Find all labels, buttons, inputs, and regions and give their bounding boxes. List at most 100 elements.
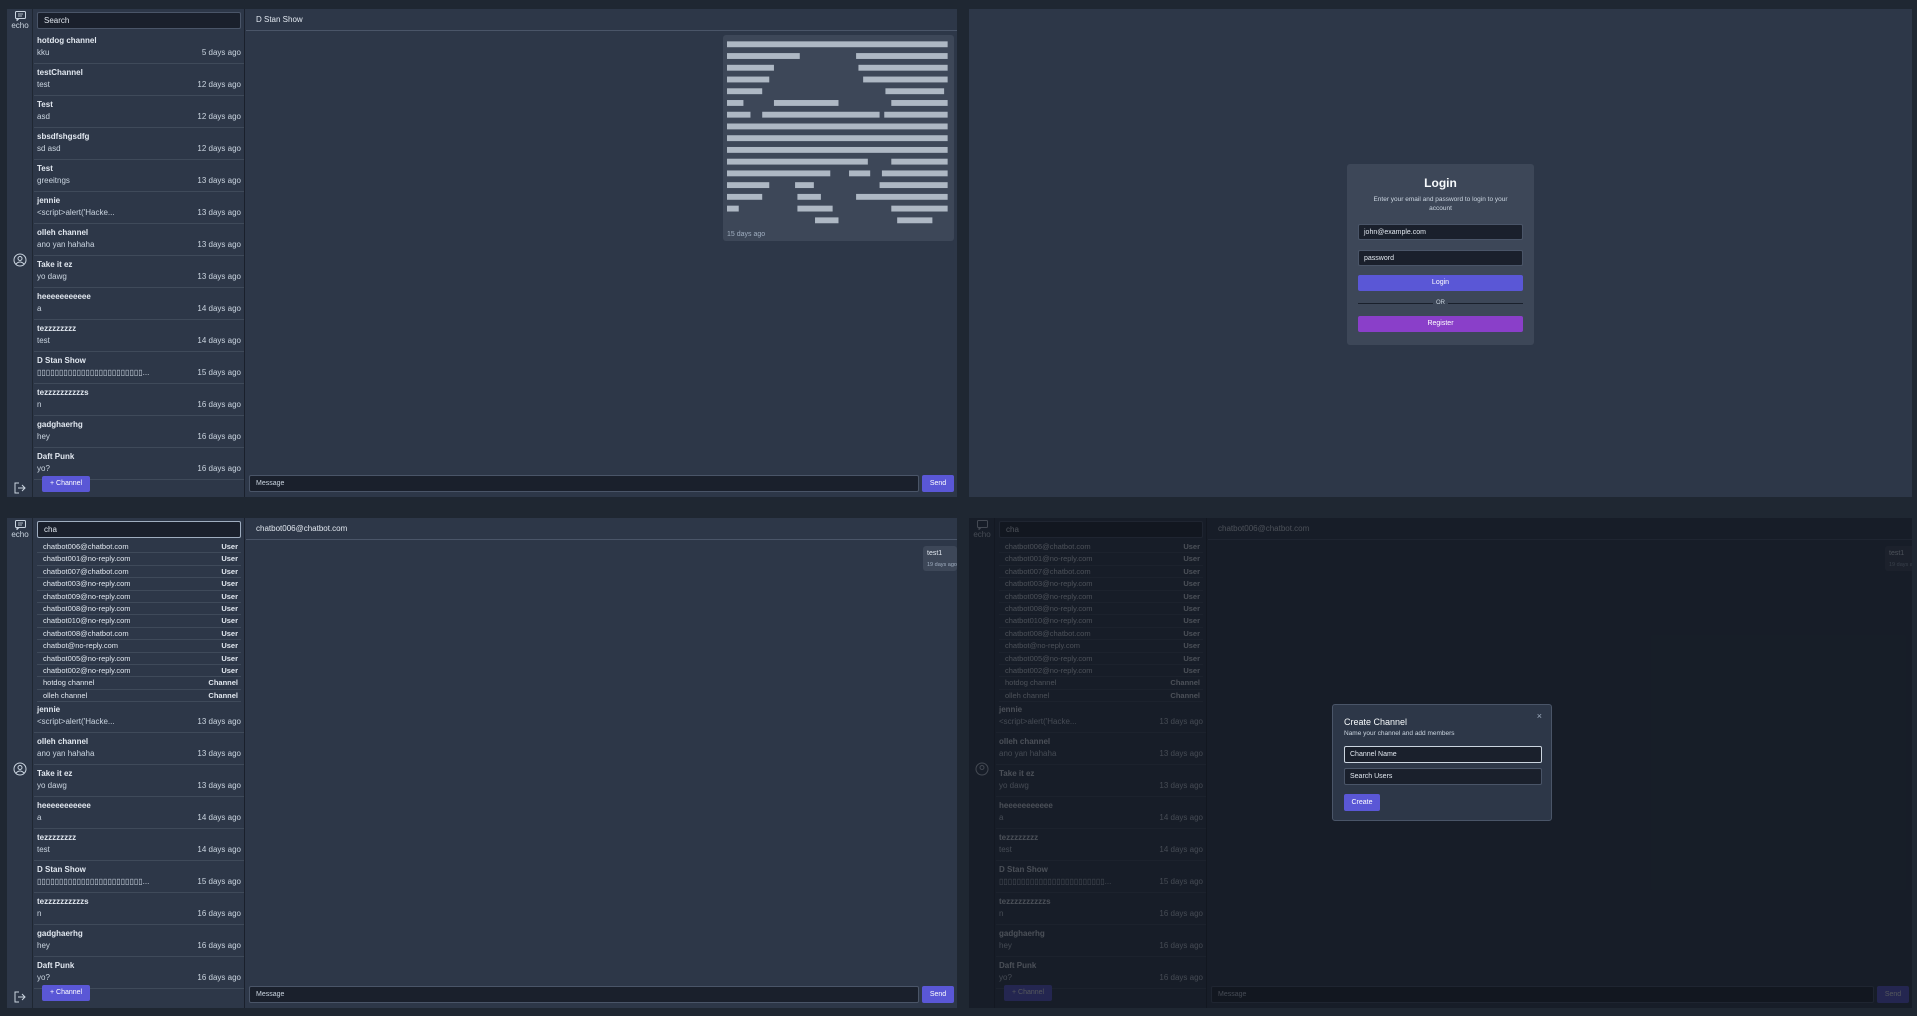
channel-list-item[interactable]: gadghaerhg hey 16 days ago xyxy=(34,416,244,448)
chat-view-panel: echo Search hotdog channel kku 5 days ago t… xyxy=(7,9,957,497)
channel-list-item[interactable]: heeeeeeeeeee a 14 days ago xyxy=(34,797,244,829)
channel-list-item[interactable]: gadghaerhg hey 16 days ago xyxy=(34,925,244,957)
channel-list-item[interactable]: Take it ez yo dawg 13 days ago xyxy=(34,256,244,288)
create-button[interactable]: Create xyxy=(1344,794,1380,811)
search-result-item[interactable]: chatbot009@no-reply.com User xyxy=(37,591,241,603)
message-input[interactable]: Message xyxy=(249,986,919,1003)
result-name: chatbot005@no-reply.com xyxy=(43,653,131,663)
channel-list-item[interactable]: tezzzzzzzz test 14 days ago xyxy=(34,829,244,861)
message-time: 16 days ago xyxy=(197,941,241,950)
echo-nav[interactable]: echo xyxy=(7,11,33,30)
channel-list-item[interactable]: testChannel test 12 days ago xyxy=(34,64,244,96)
search-result-item[interactable]: chatbot010@no-reply.com User xyxy=(37,615,241,628)
channel-list-item[interactable]: tezzzzzzzzzzs n 16 days ago xyxy=(34,384,244,416)
channel-name: jennie xyxy=(37,196,61,205)
send-button[interactable]: Send xyxy=(922,475,954,492)
channel-list-item[interactable]: Take it ez yo dawg 13 days ago xyxy=(34,765,244,797)
message-time: 13 days ago xyxy=(197,176,241,185)
message-text: test1 xyxy=(927,550,943,557)
chat-title: D Stan Show xyxy=(246,9,957,31)
channel-list-item[interactable]: D Stan Show ▯▯▯▯▯▯▯▯▯▯▯▯▯▯▯▯▯▯▯▯▯▯▯▯... 15… xyxy=(34,861,244,893)
channel-name: heeeeeeeeeee xyxy=(37,801,91,810)
add-channel-button[interactable]: + Channel xyxy=(42,476,91,492)
message-input[interactable]: Message xyxy=(249,475,919,492)
result-name: chatbot006@chatbot.com xyxy=(43,542,129,551)
login-card: Login Enter your email and password to l… xyxy=(1347,164,1534,345)
create-channel-modal: Create Channel Name your channel and add… xyxy=(1332,704,1552,821)
channel-list-item[interactable]: hotdog channel kku 5 days ago xyxy=(34,32,244,64)
logout-icon[interactable] xyxy=(13,990,27,1004)
search-input[interactable]: Search xyxy=(37,12,241,29)
result-name: chatbot008@chatbot.com xyxy=(43,628,129,638)
last-message: ano yan hahaha xyxy=(37,749,95,758)
or-divider: OR xyxy=(1358,300,1523,306)
search-result-item[interactable]: chatbot007@chatbot.com User xyxy=(37,566,241,579)
message-time: 15 days ago xyxy=(727,231,766,238)
last-message: kku xyxy=(37,48,50,57)
search-result-item[interactable]: chatbot@no-reply.com User xyxy=(37,640,241,653)
message-time: 13 days ago xyxy=(197,749,241,758)
user-icon[interactable] xyxy=(13,253,27,267)
search-result-item[interactable]: chatbot008@chatbot.com User xyxy=(37,628,241,641)
channel-list: hotdog channel kku 5 days ago testChannel te… xyxy=(34,32,244,480)
message-time: 16 days ago xyxy=(197,973,241,982)
channel-list-item[interactable]: jennie <script>alert('Hacke... 13 days ago xyxy=(34,701,244,733)
channel-list-item[interactable]: tezzzzzzzzzzs n 16 days ago xyxy=(34,893,244,925)
nav-rail: echo xyxy=(7,518,33,1008)
channel-list-item[interactable]: olleh channel ano yan hahaha 13 days ago xyxy=(34,224,244,256)
search-result-item[interactable]: chatbot001@no-reply.com User xyxy=(37,553,241,566)
message-time: 15 days ago xyxy=(197,368,241,377)
email-field[interactable]: john@example.com xyxy=(1358,224,1523,240)
channel-list-item[interactable]: sbsdfshgsdfg sd asd 12 days ago xyxy=(34,128,244,160)
message-time: 12 days ago xyxy=(197,80,241,89)
channel-sidebar: cha chatbot006@chatbot.comUserchatbot001… xyxy=(34,518,245,1008)
last-message: test xyxy=(37,80,50,89)
result-type: User xyxy=(221,603,238,613)
app-name: echo xyxy=(11,21,29,30)
add-channel-button[interactable]: + Channel xyxy=(42,985,91,1001)
password-field[interactable]: password xyxy=(1358,250,1523,266)
message-time: 14 days ago xyxy=(197,304,241,313)
last-message: yo? xyxy=(37,973,50,982)
search-result-item[interactable]: chatbot003@no-reply.com User xyxy=(37,578,241,591)
channel-name: gadghaerhg xyxy=(37,420,83,429)
channel-list-item[interactable]: Test greeitngs 13 days ago xyxy=(34,160,244,192)
search-result-item[interactable]: chatbot002@no-reply.com User xyxy=(37,665,241,678)
result-type: User xyxy=(221,579,238,589)
channel-name: D Stan Show xyxy=(37,356,86,365)
search-input[interactable]: cha xyxy=(37,521,241,538)
channel-list-item[interactable]: olleh channel ano yan hahaha 13 days ago xyxy=(34,733,244,765)
channel-name: Test xyxy=(37,100,53,109)
chat-title: chatbot006@chatbot.com xyxy=(246,518,957,540)
user-icon[interactable] xyxy=(13,762,27,776)
channel-name: gadghaerhg xyxy=(37,929,83,938)
channel-list-item[interactable]: D Stan Show ▯▯▯▯▯▯▯▯▯▯▯▯▯▯▯▯▯▯▯▯▯▯▯▯... 15… xyxy=(34,352,244,384)
message-time: 19 days ago xyxy=(927,562,957,568)
channel-list-item[interactable]: tezzzzzzzz test 14 days ago xyxy=(34,320,244,352)
send-button[interactable]: Send xyxy=(922,986,954,1003)
channel-name: tezzzzzzzz xyxy=(37,833,77,842)
search-result-item[interactable]: hotdog channel Channel xyxy=(37,677,241,690)
logout-icon[interactable] xyxy=(13,481,27,495)
search-result-item[interactable]: chatbot006@chatbot.com User xyxy=(37,541,241,554)
channel-name-field[interactable]: Channel Name xyxy=(1344,746,1542,763)
search-users-field[interactable]: Search Users xyxy=(1344,768,1542,785)
channel-name: Take it ez xyxy=(37,260,73,269)
or-label: OR xyxy=(1433,300,1448,306)
channel-list-item[interactable]: heeeeeeeeeee a 14 days ago xyxy=(34,288,244,320)
channel-list-item[interactable]: Test asd 12 days ago xyxy=(34,96,244,128)
login-button[interactable]: Login xyxy=(1358,275,1523,291)
last-message: test xyxy=(37,336,50,345)
last-message: ano yan hahaha xyxy=(37,240,95,249)
echo-nav[interactable]: echo xyxy=(7,520,33,539)
result-type: User xyxy=(221,566,238,576)
search-result-item[interactable]: chatbot005@no-reply.com User xyxy=(37,653,241,665)
close-icon[interactable]: × xyxy=(1537,711,1542,721)
message-time: 14 days ago xyxy=(197,845,241,854)
channel-list-item[interactable]: jennie <script>alert('Hacke... 13 days ago xyxy=(34,192,244,224)
channel-name: jennie xyxy=(37,705,61,714)
register-button[interactable]: Register xyxy=(1358,316,1523,332)
channel-name: tezzzzzzzzzzs xyxy=(37,897,89,906)
last-message: sd asd xyxy=(37,144,61,153)
search-result-item[interactable]: chatbot008@no-reply.com User xyxy=(37,603,241,616)
